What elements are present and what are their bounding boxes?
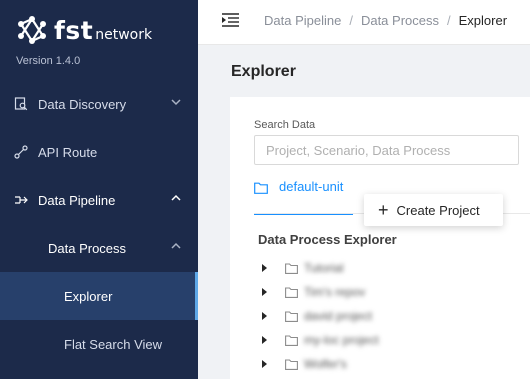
sidebar-item-label: Data Discovery — [38, 96, 127, 112]
breadcrumb-separator: / — [447, 13, 451, 28]
sidebar-item-explorer[interactable]: Explorer — [0, 272, 198, 320]
version-label: Version 1.4.0 — [16, 55, 81, 67]
sidebar-item-data-pipeline[interactable]: Data Pipeline — [0, 176, 198, 224]
caret-right-icon[interactable] — [262, 360, 267, 368]
search-label: Search Data — [254, 119, 316, 131]
plus-icon: + — [378, 200, 389, 220]
tree-item-label: Tutorial — [304, 261, 344, 275]
tree-item-label: david project — [304, 309, 373, 323]
folder-icon — [254, 182, 268, 194]
sidebar-item-label: API Route — [38, 144, 98, 160]
breadcrumb: Data Pipeline / Data Process / Explorer — [264, 13, 507, 28]
caret-right-icon[interactable] — [262, 288, 267, 296]
caret-right-icon[interactable] — [262, 312, 267, 320]
route-icon — [14, 145, 28, 159]
brand-suffix: network — [95, 27, 153, 43]
sidebar-item-label: Data Process — [48, 240, 127, 256]
folder-icon — [285, 334, 298, 346]
sidebar-item-api-route[interactable]: API Route — [0, 128, 198, 176]
sidebar: fst network Version 1.4.0 Data Discovery… — [0, 0, 198, 379]
caret-right-icon[interactable] — [262, 264, 267, 272]
breadcrumb-item[interactable]: Data Pipeline — [264, 13, 341, 28]
tree-item-label: my-loc project — [304, 333, 379, 347]
tab-label: default-unit — [279, 179, 344, 194]
tree-item[interactable]: Tim's repov — [262, 282, 365, 302]
sidebar-item-flat-search-view[interactable]: Flat Search View — [0, 320, 198, 368]
top-bar: Data Pipeline / Data Process / Explorer — [198, 0, 530, 45]
tree-item[interactable]: my-loc project — [262, 330, 379, 350]
chevron-down-icon — [171, 99, 181, 106]
sidebar-item-data-discovery[interactable]: Data Discovery — [0, 80, 198, 128]
tree-item[interactable]: david project — [262, 306, 372, 326]
chevron-up-icon — [171, 194, 181, 201]
folder-icon — [285, 286, 298, 298]
breadcrumb-separator: / — [349, 13, 353, 28]
breadcrumb-current: Explorer — [458, 13, 508, 28]
logo: fst network — [16, 14, 152, 46]
sidebar-item-label: Flat Search View — [64, 336, 163, 352]
search-field[interactable] — [254, 135, 519, 165]
sidebar-item-label: Explorer — [64, 288, 113, 304]
explorer-title: Data Process Explorer — [258, 232, 397, 247]
tree-item[interactable]: Tutorial — [262, 258, 344, 278]
brand-name: fst — [54, 15, 94, 45]
tab-default-unit[interactable]: default-unit — [254, 179, 353, 215]
menu-fold-icon[interactable] — [222, 13, 239, 27]
page-title: Explorer — [231, 63, 296, 80]
document-search-icon — [14, 97, 28, 111]
sidebar-item-label: Data Pipeline — [38, 192, 116, 208]
logo-icon — [18, 16, 46, 44]
caret-right-icon[interactable] — [262, 336, 267, 344]
tree-item-label: Wolfer's — [304, 357, 347, 371]
folder-icon — [285, 262, 298, 274]
folder-icon — [285, 358, 298, 370]
create-project-button[interactable]: + Create Project — [364, 194, 503, 226]
tree-item[interactable]: Wolfer's — [262, 354, 347, 374]
tree-item-label: Tim's repov — [304, 285, 366, 299]
chevron-up-icon — [171, 242, 181, 249]
search-input[interactable] — [255, 136, 518, 164]
sidebar-item-data-process[interactable]: Data Process — [0, 224, 198, 272]
breadcrumb-item[interactable]: Data Process — [361, 13, 439, 28]
folder-icon — [285, 310, 298, 322]
pipeline-icon — [14, 193, 28, 207]
create-project-label: Create Project — [396, 202, 480, 218]
